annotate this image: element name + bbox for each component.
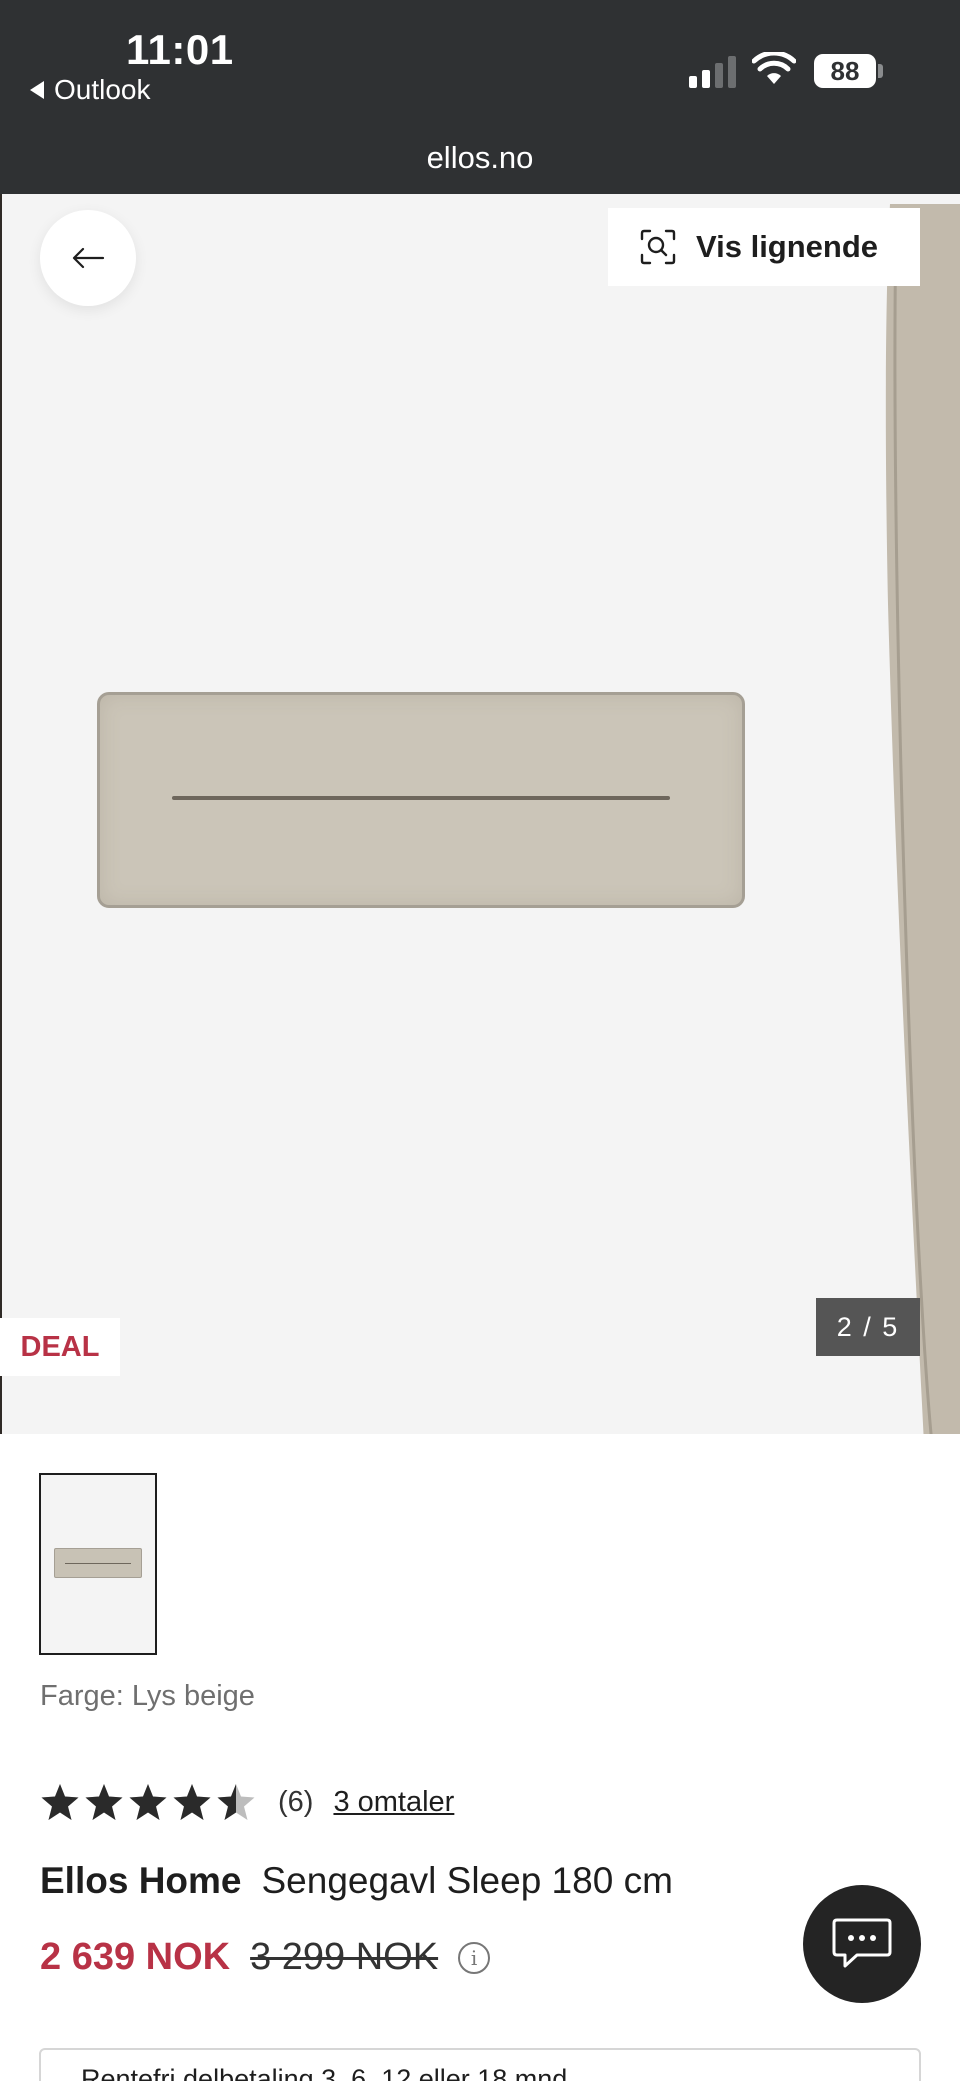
color-label: Farge: Lys beige xyxy=(40,1680,255,1712)
wifi-icon xyxy=(752,52,796,84)
headboard-seam xyxy=(172,796,670,800)
star-icon xyxy=(129,1784,167,1820)
url-bar[interactable]: ellos.no xyxy=(0,140,960,176)
gallery-left-edge xyxy=(0,194,2,1434)
chat-icon xyxy=(832,1918,892,1968)
original-price: 3 299 NOK xyxy=(250,1936,439,1978)
product-title: Ellos Home Sengegavl Sleep 180 cm xyxy=(40,1860,673,1902)
show-similar-button[interactable]: Vis lignende xyxy=(608,208,920,286)
star-icon xyxy=(173,1784,211,1820)
installment-payment-info[interactable]: Rentefri delbetaling 3, 6, 12 eller 18 m… xyxy=(39,2048,921,2081)
battery-tip xyxy=(878,64,883,78)
installment-text: Rentefri delbetaling 3, 6, 12 eller 18 m… xyxy=(81,2064,568,2081)
price-row: 2 639 NOK 3 299 NOK i xyxy=(40,1936,491,1979)
back-to-app-button[interactable]: Outlook xyxy=(30,74,151,106)
product-image-gallery[interactable]: Vis lignende 2 / 5 DEAL xyxy=(0,194,960,1434)
back-app-label: Outlook xyxy=(54,74,151,105)
show-similar-label: Vis lignende xyxy=(696,229,879,264)
image-counter: 2 / 5 xyxy=(816,1298,920,1356)
reviews-link[interactable]: 3 omtaler xyxy=(333,1786,454,1819)
visual-search-icon xyxy=(640,229,676,265)
status-time: 11:01 xyxy=(126,26,234,73)
rating-stars xyxy=(40,1782,256,1822)
adjacent-image-peek xyxy=(885,204,960,1434)
star-icon xyxy=(85,1784,123,1820)
star-icon xyxy=(217,1784,255,1820)
product-name: Sengegavl Sleep 180 cm xyxy=(261,1860,673,1901)
color-variant-thumbnail[interactable] xyxy=(39,1473,157,1655)
deal-badge: DEAL xyxy=(0,1318,120,1376)
cellular-signal-icon xyxy=(689,56,736,88)
chevron-left-icon xyxy=(30,81,44,99)
gallery-back-button[interactable] xyxy=(40,210,136,306)
arrow-left-icon xyxy=(72,247,105,269)
rating-row: (6) 3 omtaler xyxy=(40,1780,454,1824)
battery-indicator: 88 xyxy=(814,54,876,88)
sale-price: 2 639 NOK xyxy=(40,1936,231,1978)
thumbnail-image xyxy=(54,1548,142,1578)
chat-button[interactable] xyxy=(803,1885,921,2003)
product-brand[interactable]: Ellos Home xyxy=(40,1860,242,1902)
rating-count: (6) xyxy=(278,1785,314,1818)
product-image-headboard xyxy=(97,692,745,908)
star-icon xyxy=(41,1784,79,1820)
browser-top-bar: 11:01 Outlook 88 ellos.no xyxy=(0,0,960,194)
info-icon[interactable]: i xyxy=(458,1941,491,1974)
